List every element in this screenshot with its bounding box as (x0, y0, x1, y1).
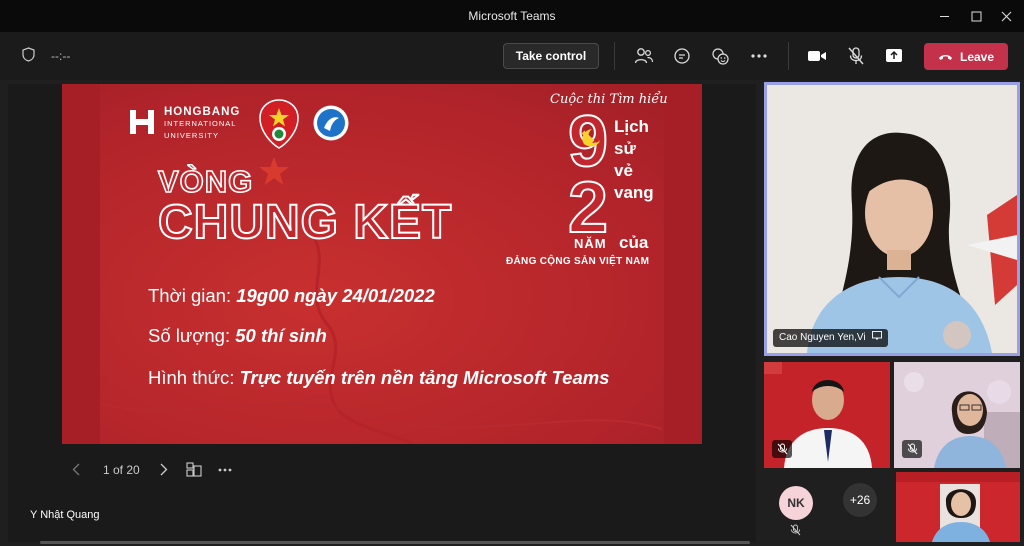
info-value: 19g00 ngày 24/01/2022 (236, 285, 435, 306)
mic-muted-icon[interactable] (843, 44, 869, 68)
info-format: Hình thức: Trực tuyến trên nền tảng Micr… (148, 367, 609, 389)
leave-label: Leave (959, 49, 995, 64)
participants-icon[interactable] (631, 44, 657, 68)
more-options-icon[interactable] (746, 44, 772, 68)
toolbar-divider (614, 42, 615, 70)
participant-tile[interactable] (896, 472, 1020, 542)
contest-word: Lịch (614, 117, 649, 136)
info-count: Số lượng: 50 thí sinh (148, 325, 327, 347)
slide-navigation: 1 of 20 (72, 462, 236, 477)
contest-word: sử (614, 139, 636, 158)
meeting-toolbar: --:-- Take control Leave (0, 32, 1024, 80)
university-sub2: UNIVERSITY (164, 131, 220, 140)
youth-union-badge-icon (259, 99, 299, 149)
slide-page-indicator: 1 of 20 (103, 462, 140, 477)
close-icon[interactable] (988, 0, 1024, 32)
participant-avatar[interactable]: NK (779, 486, 813, 520)
mic-muted-icon (790, 523, 801, 541)
info-time: Thời gian: 19g00 ngày 24/01/2022 (148, 285, 435, 307)
contest-cua: của (619, 233, 649, 252)
university-sub1: INTERNATIONAL (164, 119, 237, 128)
slide-more-icon[interactable] (218, 468, 236, 472)
presenter-name: Y Nhật Quang (30, 509, 100, 521)
chat-icon[interactable] (669, 44, 695, 68)
leave-button[interactable]: Leave (924, 43, 1008, 70)
participant-video (767, 85, 1017, 353)
contest-nam: NĂM (574, 236, 607, 251)
participant-tile-main[interactable]: Cao Nguyen Yen,Vi (764, 82, 1020, 356)
hang-up-icon (938, 50, 953, 64)
heading-large: CHUNG KẾT (157, 195, 453, 250)
horizontal-scrollbar[interactable] (40, 541, 750, 544)
mic-muted-badge (902, 440, 922, 458)
info-label: Thời gian: (148, 285, 232, 306)
reactions-icon[interactable] (707, 44, 733, 68)
contest-party: ĐẢNG CỘNG SẢN VIỆT NAM (506, 256, 650, 267)
share-screen-icon[interactable] (881, 44, 907, 68)
shield-icon (22, 47, 35, 65)
student-association-logo-icon (313, 105, 349, 141)
contest-word: vẻ (614, 161, 633, 180)
participant-tile[interactable] (764, 362, 890, 468)
participant-name: Cao Nguyen Yen,Vi (779, 332, 866, 343)
more-participants-button[interactable]: +26 (843, 483, 877, 517)
info-label: Hình thức: (148, 367, 235, 388)
minimize-icon[interactable] (926, 0, 962, 32)
info-value: 50 thí sinh (235, 325, 327, 346)
window-title: Microsoft Teams (468, 9, 556, 23)
meeting-timer: --:-- (51, 49, 71, 63)
contest-word: vang (614, 183, 654, 202)
camera-icon[interactable] (804, 44, 830, 68)
screen-share-icon (871, 329, 882, 347)
slide-thumbnails-icon[interactable] (186, 462, 204, 477)
info-value: Trực tuyến trên nền tảng Microsoft Teams (239, 367, 610, 388)
university-logo-text: HONGBANG INTERNATIONAL UNIVERSITY (164, 106, 240, 142)
toolbar-divider (788, 42, 789, 70)
previous-slide-icon[interactable] (72, 463, 86, 476)
contest-number-2: 2 (567, 168, 609, 248)
participant-tile[interactable] (894, 362, 1020, 468)
mic-muted-badge (772, 440, 792, 458)
contest-words: Lịch sử vẻ vang (614, 116, 654, 204)
info-label: Số lượng: (148, 325, 231, 346)
participant-name-badge: Cao Nguyen Yen,Vi (773, 329, 888, 347)
star-icon (259, 157, 289, 185)
university-name: HONGBANG (164, 106, 241, 118)
title-bar: Microsoft Teams (0, 0, 1024, 32)
participant-video (896, 472, 1020, 542)
next-slide-icon[interactable] (160, 463, 174, 476)
university-logo-icon (130, 110, 154, 134)
hammer-sickle-icon (581, 129, 600, 147)
take-control-button[interactable]: Take control (503, 43, 599, 69)
